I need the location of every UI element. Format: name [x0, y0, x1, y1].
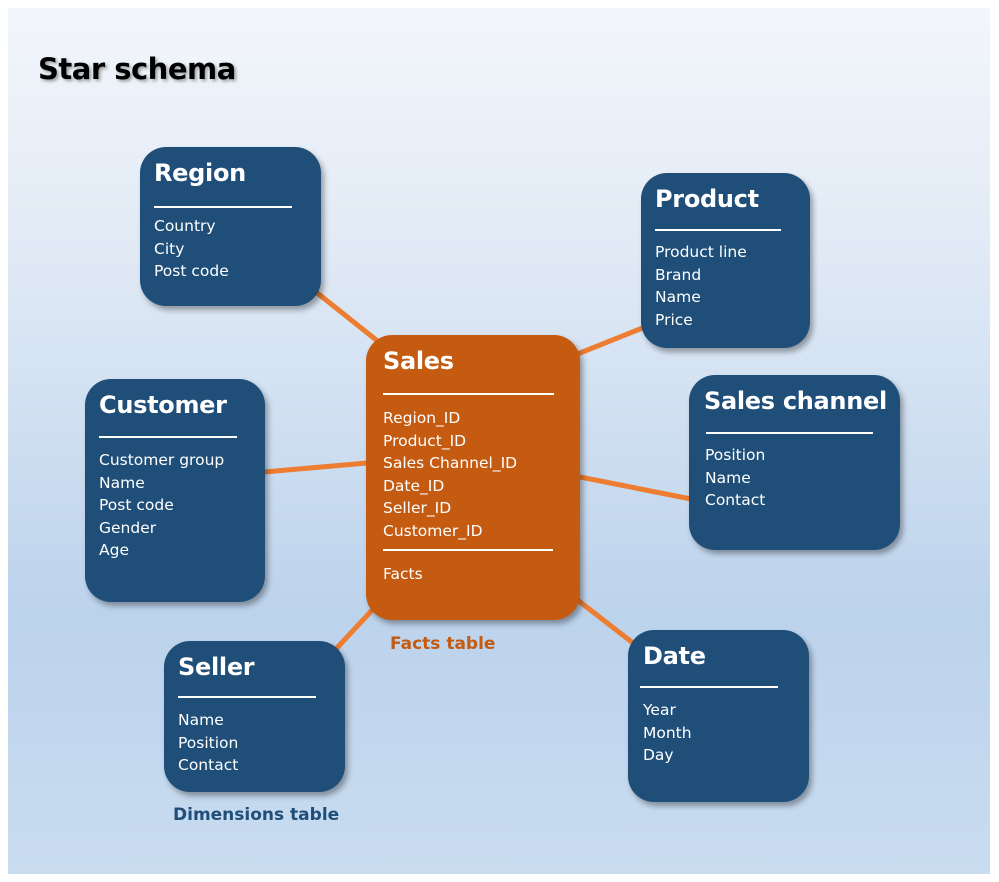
divider [706, 432, 873, 434]
divider [99, 436, 237, 438]
field: Name [655, 288, 701, 306]
field-list: Customer group Name Post code Gender Age [99, 449, 224, 562]
dimension-sales-channel[interactable]: Sales channel Position Name Contact [689, 375, 900, 550]
connector-seller [333, 604, 378, 652]
field: Name [178, 711, 224, 729]
field: Age [99, 541, 129, 559]
field: Contact [178, 756, 239, 774]
foreign-key: Sales Channel_ID [383, 454, 518, 472]
field: Contact [705, 491, 766, 509]
field: Day [643, 746, 674, 764]
connector-customer [263, 460, 368, 475]
dimension-date[interactable]: Date Year Month Day [628, 630, 809, 802]
field-list: Country City Post code [154, 215, 229, 283]
foreign-key: Customer_ID [383, 521, 483, 540]
divider [154, 206, 292, 208]
field: Name [705, 468, 751, 487]
field: Year [643, 701, 676, 719]
connector-sales-channel [579, 474, 692, 502]
table-name: Date [643, 642, 706, 670]
table-name: Sales [383, 347, 454, 375]
table-name: Customer [99, 391, 227, 419]
table-name: Product [655, 185, 759, 213]
divider [178, 696, 316, 698]
fact-field: Facts [383, 565, 423, 583]
foreign-key: Date_ID [383, 476, 445, 495]
table-name: Sales channel [704, 387, 887, 415]
facts-table-caption: Facts table [390, 634, 496, 654]
connector-product [574, 324, 646, 358]
field: Position [178, 733, 239, 752]
dimension-customer[interactable]: Customer Customer group Name Post code G… [85, 379, 265, 602]
connector-date [573, 596, 635, 645]
field: Price [655, 310, 693, 329]
divider [383, 393, 554, 395]
field: Customer group [99, 451, 225, 469]
field-list: Product line Brand Name Price [655, 241, 747, 331]
field: Brand [655, 265, 702, 284]
dimension-product[interactable]: Product Product line Brand Name Price [641, 173, 810, 348]
field-list: Name Position Contact [178, 709, 238, 777]
fact-list: Facts [383, 563, 423, 586]
foreign-key: Seller_ID [383, 499, 452, 517]
field: Name [99, 473, 145, 492]
field: Position [705, 446, 766, 464]
table-name: Region [154, 159, 246, 187]
field: Gender [99, 518, 157, 537]
page-title: Star schema [38, 52, 236, 86]
table-name: Seller [178, 653, 255, 681]
field: City [154, 239, 185, 258]
field-list: Position Name Contact [705, 444, 765, 512]
field: Post code [154, 262, 229, 280]
field: Country [154, 217, 216, 235]
dimension-seller[interactable]: Seller Name Position Contact [164, 641, 345, 792]
field: Month [643, 723, 692, 742]
divider [383, 549, 553, 551]
key-list: Region_ID Product_ID Sales Channel_ID Da… [383, 407, 517, 542]
field: Post code [99, 496, 174, 514]
field: Product line [655, 243, 747, 261]
connector-region [314, 290, 382, 345]
fact-table-sales[interactable]: Sales Region_ID Product_ID Sales Channel… [366, 335, 580, 620]
field-list: Year Month Day [643, 699, 692, 767]
divider [640, 686, 778, 688]
divider [655, 229, 781, 231]
foreign-key: Product_ID [383, 431, 467, 450]
dimensions-table-caption: Dimensions table [173, 805, 340, 825]
dimension-region[interactable]: Region Country City Post code [140, 147, 321, 306]
foreign-key: Region_ID [383, 409, 461, 427]
